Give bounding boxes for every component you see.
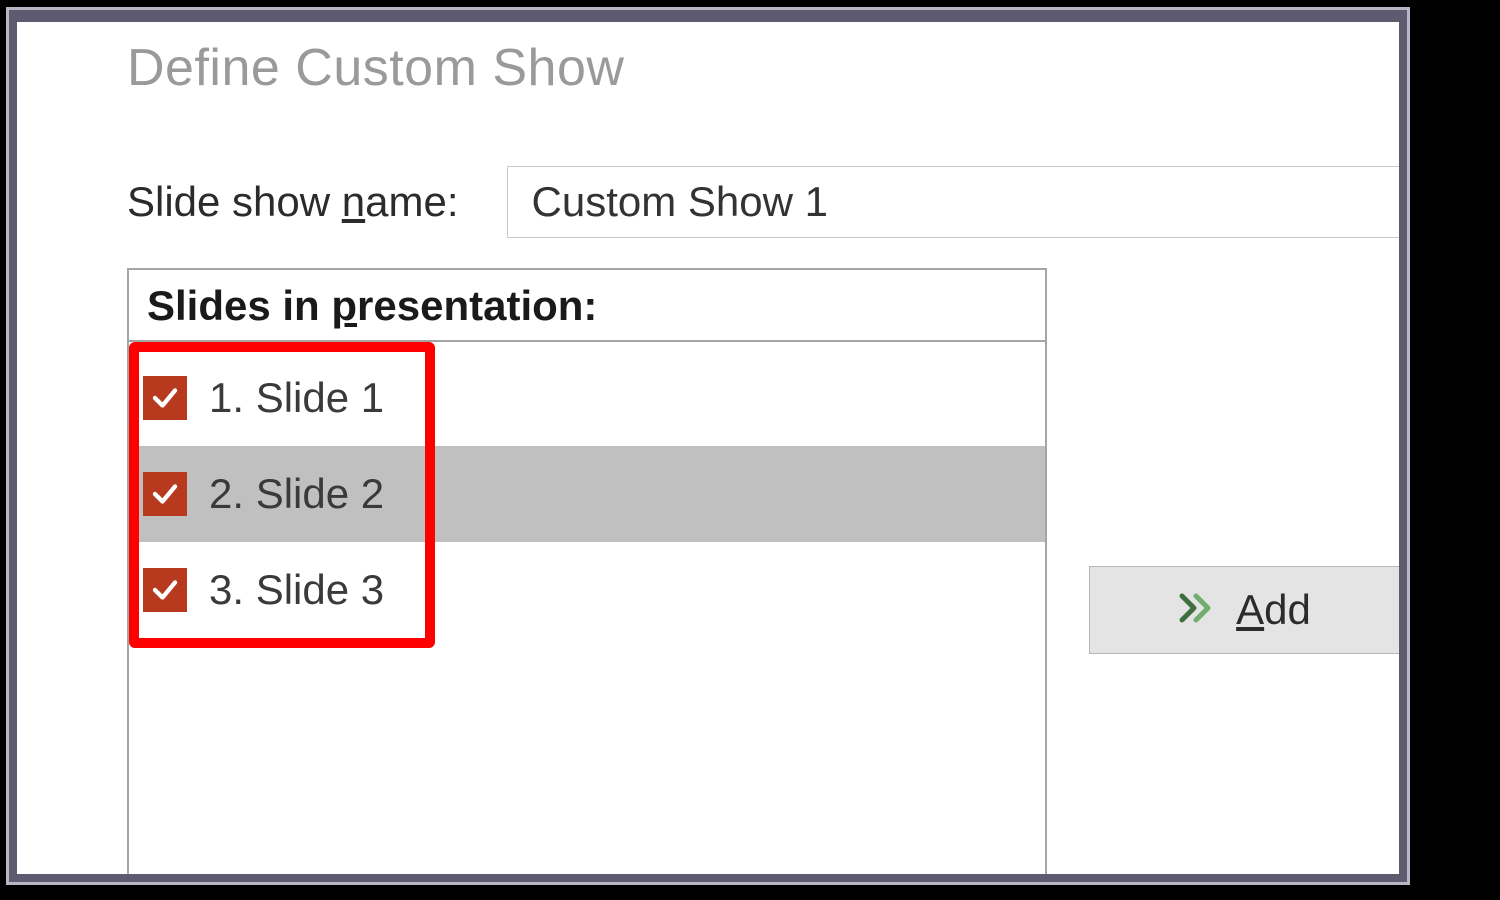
slide-show-name-label: Slide show name: xyxy=(127,178,459,226)
checkbox-checked-icon[interactable] xyxy=(143,568,187,612)
add-button[interactable]: Add xyxy=(1089,566,1399,654)
slide-show-name-row: Slide show name: xyxy=(127,166,1399,238)
header-text: Slides in xyxy=(147,282,331,329)
label-text: Slide show xyxy=(127,178,342,225)
slides-list-header: Slides in presentation: xyxy=(129,270,1045,342)
slides-list-body: 1. Slide 1 2. Slide 2 3. Slide 3 xyxy=(129,342,1045,638)
window-inset: Define Custom Show Slide show name: Slid… xyxy=(9,10,1407,882)
checkbox-checked-icon[interactable] xyxy=(143,472,187,516)
window-frame: Define Custom Show Slide show name: Slid… xyxy=(4,5,1412,887)
slide-label: 3. Slide 3 xyxy=(209,566,384,614)
double-chevron-right-icon xyxy=(1178,586,1218,634)
label-accelerator: n xyxy=(342,178,365,225)
slide-label: 1. Slide 1 xyxy=(209,374,384,422)
header-text: resentation: xyxy=(357,282,597,329)
label-text: ame: xyxy=(365,178,458,225)
list-item[interactable]: 3. Slide 3 xyxy=(129,542,1045,638)
define-custom-show-dialog: Define Custom Show Slide show name: Slid… xyxy=(17,22,1399,874)
slide-show-name-input[interactable] xyxy=(507,166,1399,238)
checkbox-checked-icon[interactable] xyxy=(143,376,187,420)
list-item[interactable]: 1. Slide 1 xyxy=(129,350,1045,446)
window-shadow: Define Custom Show Slide show name: Slid… xyxy=(6,7,1410,885)
header-accelerator: p xyxy=(331,282,357,329)
slide-label: 2. Slide 2 xyxy=(209,470,384,518)
slides-in-presentation-list[interactable]: Slides in presentation: 1. Slide 1 2. Sl… xyxy=(127,268,1047,874)
dialog-title: Define Custom Show xyxy=(127,38,1399,98)
list-item[interactable]: 2. Slide 2 xyxy=(129,446,1045,542)
add-button-label: Add xyxy=(1236,586,1311,634)
